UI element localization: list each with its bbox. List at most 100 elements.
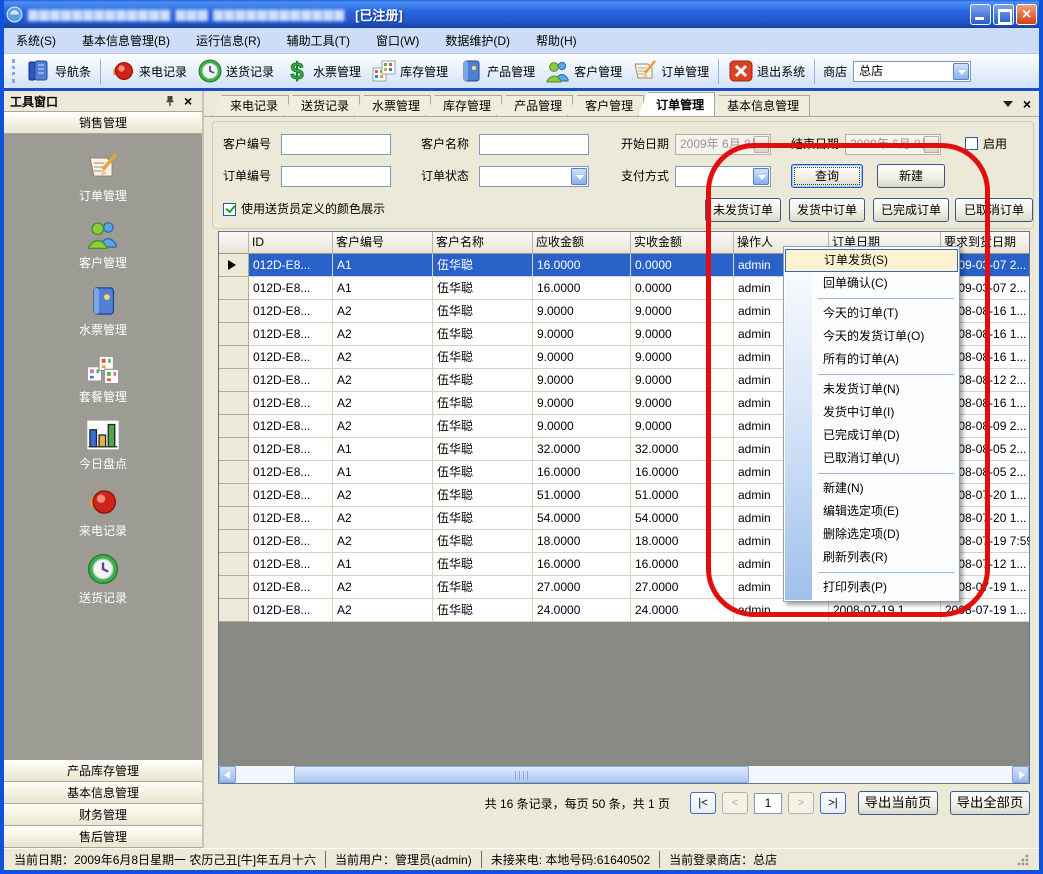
chevron-down-icon[interactable] (924, 136, 939, 153)
sidebar-item-packages[interactable]: 套餐管理 (79, 351, 127, 405)
completed-orders-button[interactable]: 已完成订单 (873, 198, 949, 222)
customer-no-input[interactable] (281, 134, 391, 155)
last-page-button[interactable]: >| (820, 792, 846, 814)
toolbar-inventory[interactable]: 库存管理 (366, 56, 453, 86)
toolbar-orders[interactable]: 订单管理 (627, 56, 714, 86)
menu-help[interactable]: 帮助(H) (536, 32, 577, 49)
tab-delivery-records[interactable]: 送货记录 (283, 95, 360, 116)
menu-system[interactable]: 系统(S) (16, 32, 56, 49)
maximize-button[interactable] (993, 4, 1014, 25)
sidebar-group-after-sales[interactable]: 售后管理 (4, 826, 202, 848)
sidebar-item-call-records[interactable]: 来电记录 (79, 485, 127, 539)
chevron-down-icon[interactable] (753, 168, 769, 185)
menu-item-completed-orders[interactable]: 已完成订单(D) (785, 424, 958, 447)
tab-customers[interactable]: 客户管理 (567, 95, 644, 116)
sidebar-item-orders[interactable]: 订单管理 (79, 150, 127, 204)
menu-item-todays-orders[interactable]: 今天的订单(T) (785, 302, 958, 325)
sidebar-item-daily-stocktake[interactable]: 今日盘点 (79, 418, 127, 472)
cancelled-orders-button[interactable]: 已取消订单 (955, 198, 1033, 222)
tab-close-icon[interactable]: × (1023, 98, 1031, 110)
menu-data-maintain[interactable]: 数据维护(D) (445, 32, 510, 49)
prev-page-button[interactable]: < (722, 792, 748, 814)
delivery-color-checkbox[interactable] (223, 203, 236, 216)
toolbar-products[interactable]: 产品管理 (453, 56, 540, 86)
chevron-down-icon[interactable] (754, 136, 769, 153)
sidebar-group-sales[interactable]: 销售管理 (4, 112, 202, 134)
tab-orders[interactable]: 订单管理 (638, 92, 715, 116)
close-button[interactable] (1016, 4, 1037, 25)
start-date-picker[interactable]: 2009年 6月 8日 (675, 134, 771, 155)
end-date-picker[interactable]: 2009年 6月 8日 (845, 134, 941, 155)
menu-item-confirm-return[interactable]: 回单确认(C) (785, 272, 958, 295)
menu-window[interactable]: 窗口(W) (376, 32, 419, 49)
enable-checkbox[interactable] (965, 137, 978, 150)
scrollbar-thumb[interactable] (294, 766, 749, 783)
shipping-orders-button[interactable]: 发货中订单 (789, 198, 865, 222)
toolbar-water-tickets[interactable]: $ 水票管理 (279, 56, 366, 86)
toolbar-exit[interactable]: 退出系统 (723, 56, 810, 86)
menu-item-refresh-list[interactable]: 刷新列表(R) (785, 546, 958, 569)
menu-aux-tools[interactable]: 辅助工具(T) (287, 32, 350, 49)
minimize-button[interactable] (970, 4, 991, 25)
chevron-down-icon[interactable] (953, 63, 969, 80)
menu-basic-info[interactable]: 基本信息管理(B) (82, 32, 170, 49)
column-header-id[interactable]: ID (249, 232, 333, 254)
unshipped-orders-button[interactable]: 未发货订单 (705, 198, 781, 222)
tab-products[interactable]: 产品管理 (496, 95, 573, 116)
column-header-customer-name[interactable]: 客户名称 (433, 232, 533, 254)
horizontal-scrollbar[interactable] (219, 766, 1029, 783)
sidebar-item-delivery-records[interactable]: 送货记录 (79, 552, 127, 606)
sidebar-group-product-inventory[interactable]: 产品库存管理 (4, 760, 202, 782)
menu-item-new[interactable]: 新建(N) (785, 477, 958, 500)
sidebar-group-basic-info[interactable]: 基本信息管理 (4, 782, 202, 804)
order-no-input[interactable] (281, 166, 391, 187)
page-number-input[interactable] (754, 793, 782, 814)
next-page-button[interactable]: > (788, 792, 814, 814)
toolbar-customers[interactable]: 客户管理 (540, 56, 627, 86)
shop-combobox[interactable]: 总店 (853, 61, 971, 82)
scroll-right-icon[interactable] (1012, 766, 1029, 783)
tab-water-tickets[interactable]: 水票管理 (354, 95, 431, 116)
cell-received: 9.0000 (631, 300, 734, 323)
sidebar-group-finance[interactable]: 财务管理 (4, 804, 202, 826)
menu-item-cancelled-orders[interactable]: 已取消订单(U) (785, 447, 958, 470)
new-button[interactable]: 新建 (877, 164, 945, 188)
chevron-down-icon[interactable] (571, 168, 587, 185)
export-all-pages-button[interactable]: 导出全部页 (950, 791, 1030, 815)
first-page-button[interactable]: |< (690, 792, 716, 814)
menu-item-unshipped-orders[interactable]: 未发货订单(N) (785, 378, 958, 401)
clock-icon (197, 58, 223, 84)
table-row[interactable]: 012D-E8... A2 伍华聪 24.0000 24.0000 admin … (219, 599, 1029, 622)
query-button[interactable]: 查询 (791, 164, 863, 188)
column-header-receivable[interactable]: 应收金额 (533, 232, 631, 254)
sidebar-item-water-tickets[interactable]: 水票管理 (79, 284, 127, 338)
export-current-page-button[interactable]: 导出当前页 (858, 791, 938, 815)
column-header-received[interactable]: 实收金额 (631, 232, 734, 254)
toolbar-nav-bar[interactable]: 导航条 (21, 56, 96, 86)
menu-item-delete-selected[interactable]: 删除选定项(D) (785, 523, 958, 546)
order-status-combobox[interactable] (479, 166, 589, 187)
toolbar-delivery-records[interactable]: 送货记录 (192, 56, 279, 86)
customer-name-input[interactable] (479, 134, 589, 155)
close-icon[interactable] (184, 95, 196, 107)
pin-icon[interactable] (164, 95, 176, 107)
toolbar-grip[interactable] (12, 59, 17, 83)
menu-item-shipping-orders[interactable]: 发货中订单(I) (785, 401, 958, 424)
menu-item-ship-order[interactable]: 订单发货(S) (785, 249, 958, 272)
resize-grip-icon[interactable] (1017, 854, 1029, 866)
menu-item-todays-shipped-orders[interactable]: 今天的发货订单(O) (785, 325, 958, 348)
sidebar-item-customers[interactable]: 客户管理 (79, 217, 127, 271)
column-header-customer-no[interactable]: 客户编号 (333, 232, 433, 254)
tab-basic-info[interactable]: 基本信息管理 (709, 95, 810, 116)
tab-list-dropdown-icon[interactable] (1003, 101, 1013, 107)
tab-call-records[interactable]: 来电记录 (212, 95, 289, 116)
toolbar-call-records[interactable]: 来电记录 (105, 56, 192, 86)
pay-method-combobox[interactable] (675, 166, 771, 187)
tab-inventory[interactable]: 库存管理 (425, 95, 502, 116)
menu-item-all-orders[interactable]: 所有的订单(A) (785, 348, 958, 371)
menu-run-info[interactable]: 运行信息(R) (196, 32, 261, 49)
scroll-left-icon[interactable] (219, 766, 236, 783)
menu-item-edit-selected[interactable]: 编辑选定项(E) (785, 500, 958, 523)
menu-item-print-list[interactable]: 打印列表(P) (785, 576, 958, 599)
registered-badge: [已注册] (355, 5, 403, 24)
